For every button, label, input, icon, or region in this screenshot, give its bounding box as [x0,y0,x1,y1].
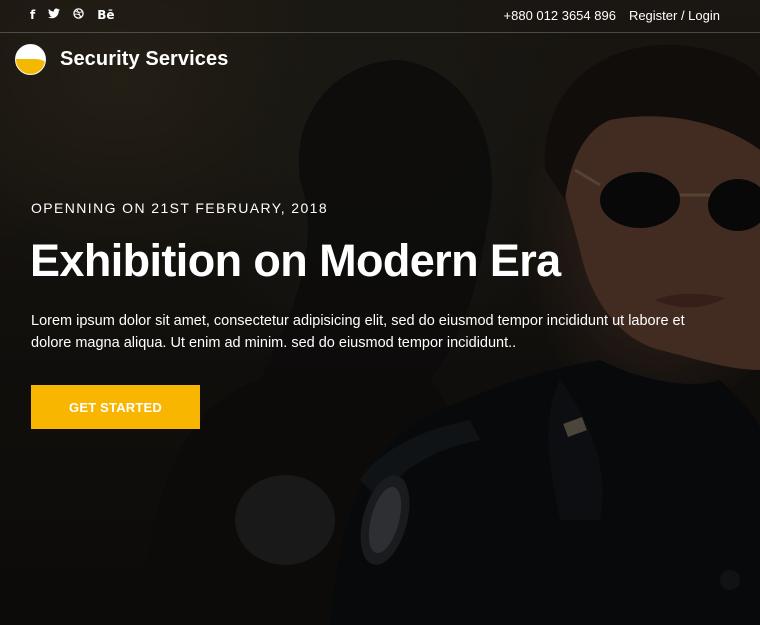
social-links: f Bē [30,8,115,22]
hero-headline: Exhibition on Modern Era [30,235,561,286]
logo-icon [15,44,46,75]
brand-name: Security Services [60,48,229,70]
get-started-button[interactable]: GET STARTED [31,385,200,429]
brand-logo-link[interactable]: Security Services [15,44,228,75]
facebook-icon[interactable]: f [30,8,35,22]
dribbble-icon[interactable] [73,8,84,22]
hero-description: Lorem ipsum dolor sit amet, consectetur … [31,313,685,351]
register-login-link[interactable]: Register / Login [629,8,720,23]
hero-eyebrow: OPENNING ON 21ST FEBRUARY, 2018 [31,200,329,216]
behance-icon[interactable]: Bē [97,8,114,22]
top-bar: f Bē +880 012 3654 896 Register / Login [0,0,760,33]
phone-number[interactable]: +880 012 3654 896 [504,8,616,23]
twitter-icon[interactable] [48,8,61,22]
contact-links: +880 012 3654 896 Register / Login [504,8,720,23]
